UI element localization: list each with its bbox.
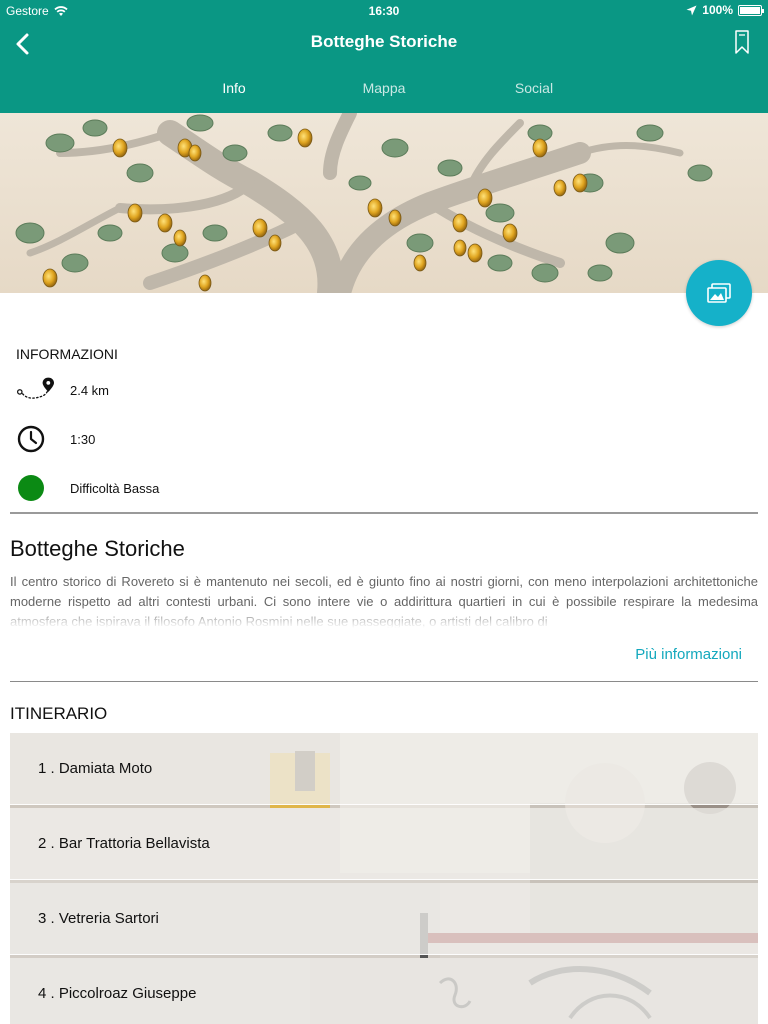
distance-value: 2.4 km — [70, 382, 110, 398]
hero-image — [0, 113, 768, 293]
hero-illustration — [0, 113, 768, 293]
itinerary-item-4[interactable]: 4 . Piccolroaz Giuseppe — [10, 958, 758, 1024]
info-difficulty-row: Difficoltà Bassa — [16, 472, 159, 504]
bookmark-icon — [735, 30, 749, 54]
itinerary-list: 1 . Damiata Moto 2 . Bar Trattoria Bella… — [10, 733, 758, 1024]
info-heading: INFORMAZIONI — [16, 346, 118, 362]
more-info-link[interactable]: Più informazioni — [635, 646, 742, 663]
tab-mappa[interactable]: Mappa — [309, 80, 459, 100]
itinerary-item-2[interactable]: 2 . Bar Trattoria Bellavista — [10, 808, 758, 880]
tab-info[interactable]: Info — [159, 80, 309, 100]
gallery-icon — [707, 283, 731, 303]
navigation-bar: Botteghe Storiche Info Mappa Social — [0, 20, 768, 113]
battery-icon — [738, 4, 764, 16]
bookmark-button[interactable] — [732, 28, 752, 56]
battery-fill — [740, 6, 760, 14]
itinerary-item-1[interactable]: 1 . Damiata Moto — [10, 733, 758, 805]
gallery-button[interactable] — [686, 260, 752, 326]
info-duration-row: 1:30 — [16, 423, 95, 455]
difficulty-value: Difficoltà Bassa — [70, 480, 160, 496]
tab-bar: Info Mappa Social — [159, 80, 609, 100]
itinerary-item-3[interactable]: 3 . Vetreria Sartori — [10, 883, 758, 955]
duration-value: 1:30 — [70, 431, 96, 447]
status-time: 16:30 — [368, 4, 400, 18]
clock-icon — [17, 425, 45, 453]
nav-title: Botteghe Storiche — [310, 32, 458, 51]
location-arrow-icon — [686, 5, 697, 15]
divider — [10, 681, 758, 682]
divider — [10, 512, 758, 514]
status-bar: Gestore 16:30 100% — [0, 0, 768, 20]
itinerary-heading: ITINERARIO — [10, 704, 108, 723]
route-pin-icon — [16, 377, 54, 399]
battery-percent: 100% — [702, 3, 733, 17]
info-distance-row: 2.4 km — [16, 374, 109, 406]
article-title: Botteghe Storiche — [10, 536, 185, 561]
tab-social[interactable]: Social — [459, 80, 609, 100]
article-description: Il centro storico di Rovereto si è mante… — [10, 574, 758, 628]
difficulty-dot-icon — [18, 475, 44, 501]
